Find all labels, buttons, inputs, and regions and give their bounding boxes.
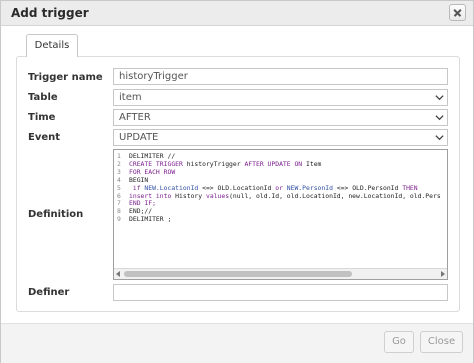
add-trigger-dialog: Add trigger Details Trigger name Table i…: [0, 0, 474, 363]
definition-label: Definition: [28, 209, 84, 220]
table-select[interactable]: item: [113, 89, 448, 106]
table-label: Table: [28, 92, 58, 103]
dialog-title: Add trigger: [11, 6, 89, 20]
scroll-right-icon[interactable]: [441, 271, 445, 277]
tab-details[interactable]: Details: [26, 34, 78, 57]
time-select[interactable]: AFTER: [113, 109, 448, 126]
go-button[interactable]: Go: [384, 331, 414, 353]
line-number: 9: [117, 215, 121, 224]
trigger-name-input[interactable]: [113, 68, 448, 85]
trigger-name-label: Trigger name: [28, 72, 103, 83]
dialog-titlebar: Add trigger: [1, 1, 473, 26]
event-label: Event: [28, 132, 61, 143]
chevron-down-icon: [435, 115, 444, 121]
close-button[interactable]: Close: [420, 331, 463, 353]
code-content: 1 DELIMITER // 2 CREATE TRIGGER historyTri…: [117, 152, 441, 224]
chevron-down-icon: [435, 95, 444, 101]
close-icon[interactable]: [449, 4, 466, 21]
time-label: Time: [28, 112, 56, 123]
table-select-value: item: [119, 92, 142, 103]
chevron-down-icon: [435, 135, 444, 141]
definer-input[interactable]: [113, 284, 448, 301]
scroll-left-icon[interactable]: [116, 271, 120, 277]
horizontal-scrollbar[interactable]: [114, 268, 447, 279]
event-select-value: UPDATE: [119, 132, 159, 143]
definition-code-editor[interactable]: 1 DELIMITER // 2 CREATE TRIGGER historyTri…: [113, 149, 448, 280]
definer-label: Definer: [28, 287, 70, 298]
time-select-value: AFTER: [119, 112, 151, 123]
event-select[interactable]: UPDATE: [113, 129, 448, 146]
scrollbar-thumb[interactable]: [124, 271, 352, 277]
